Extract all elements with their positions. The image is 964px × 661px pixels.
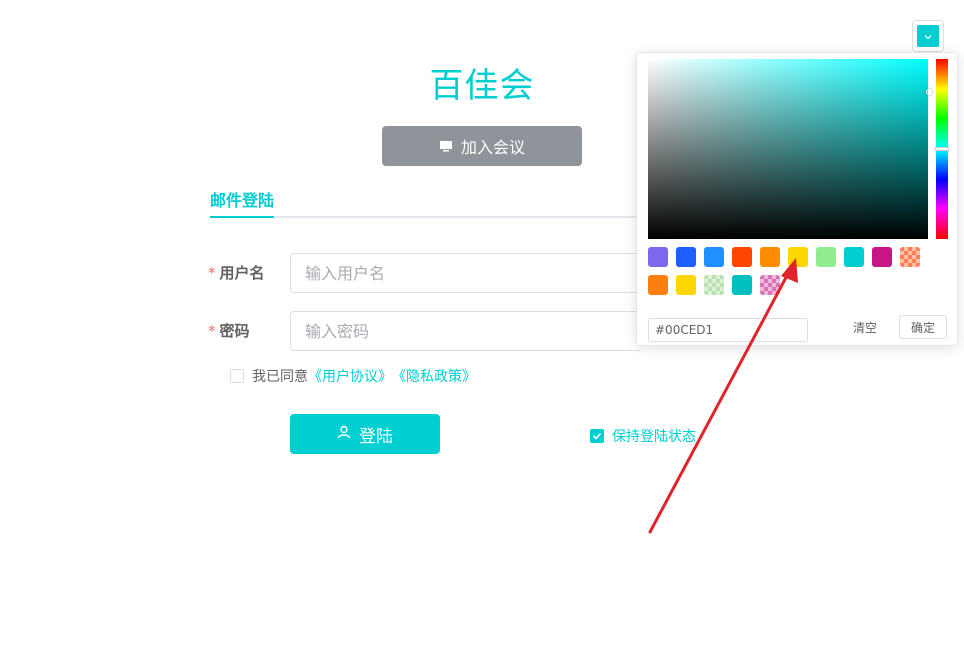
color-swatch[interactable]: [788, 247, 808, 267]
tab-email-login[interactable]: 邮件登陆: [210, 187, 274, 211]
join-meeting-label: 加入会议: [460, 138, 525, 157]
color-picker-panel: 清空 确定: [636, 52, 958, 346]
color-swatch[interactable]: [704, 275, 724, 295]
agreement-row: 我已同意 《用户协议》 《隐私政策》: [230, 366, 476, 386]
keep-login-label[interactable]: 保持登陆状态: [612, 426, 696, 446]
color-swatch[interactable]: [676, 247, 696, 267]
saturation-value-panel[interactable]: [648, 59, 932, 239]
color-swatch[interactable]: [704, 247, 724, 267]
hex-input-wrapper: [648, 318, 808, 342]
color-swatch[interactable]: [760, 275, 780, 295]
password-field-wrapper: [290, 311, 640, 351]
clear-button[interactable]: 清空: [847, 317, 883, 338]
color-swatch[interactable]: [648, 275, 668, 295]
required-mark: *: [208, 264, 216, 282]
username-label-text: 用户名: [219, 264, 265, 282]
hue-slider-thumb[interactable]: [935, 147, 949, 151]
color-swatch[interactable]: [900, 247, 920, 267]
color-swatch[interactable]: [676, 275, 696, 295]
color-picker-trigger[interactable]: [912, 20, 944, 52]
monitor-icon: [439, 139, 453, 153]
hue-slider[interactable]: [935, 59, 949, 239]
sv-cursor[interactable]: [926, 89, 932, 95]
username-input[interactable]: [305, 263, 640, 283]
join-meeting-button[interactable]: 加入会议: [382, 126, 582, 166]
color-swatch[interactable]: [872, 247, 892, 267]
password-label-text: 密码: [219, 322, 250, 340]
tab-active-indicator: [210, 216, 274, 218]
color-swatch[interactable]: [732, 275, 752, 295]
color-swatch[interactable]: [816, 247, 836, 267]
confirm-button[interactable]: 确定: [899, 315, 947, 339]
keep-login-row: 保持登陆状态: [590, 426, 696, 446]
login-label: 登陆: [359, 426, 393, 447]
agreement-checkbox[interactable]: [230, 369, 244, 383]
agreement-prefix: 我已同意: [252, 369, 308, 385]
login-tabs: 邮件登陆: [210, 180, 640, 218]
login-button[interactable]: 登陆: [290, 414, 440, 454]
current-color-swatch: [917, 25, 939, 47]
color-swatch[interactable]: [648, 247, 668, 267]
privacy-policy-link[interactable]: 《隐私政策》: [392, 366, 476, 386]
color-swatch[interactable]: [760, 247, 780, 267]
username-field-wrapper: [290, 253, 640, 293]
keep-login-checkbox[interactable]: [590, 429, 604, 443]
color-swatch[interactable]: [732, 247, 752, 267]
user-icon: [337, 424, 351, 444]
required-mark: *: [208, 322, 216, 340]
hex-input[interactable]: [655, 323, 807, 337]
username-label: * 用户名: [208, 262, 265, 283]
password-input[interactable]: [305, 321, 640, 341]
chevron-down-icon: [923, 27, 933, 46]
password-label: * 密码: [208, 320, 250, 341]
user-agreement-link[interactable]: 《用户协议》: [308, 366, 392, 386]
color-swatch[interactable]: [844, 247, 864, 267]
